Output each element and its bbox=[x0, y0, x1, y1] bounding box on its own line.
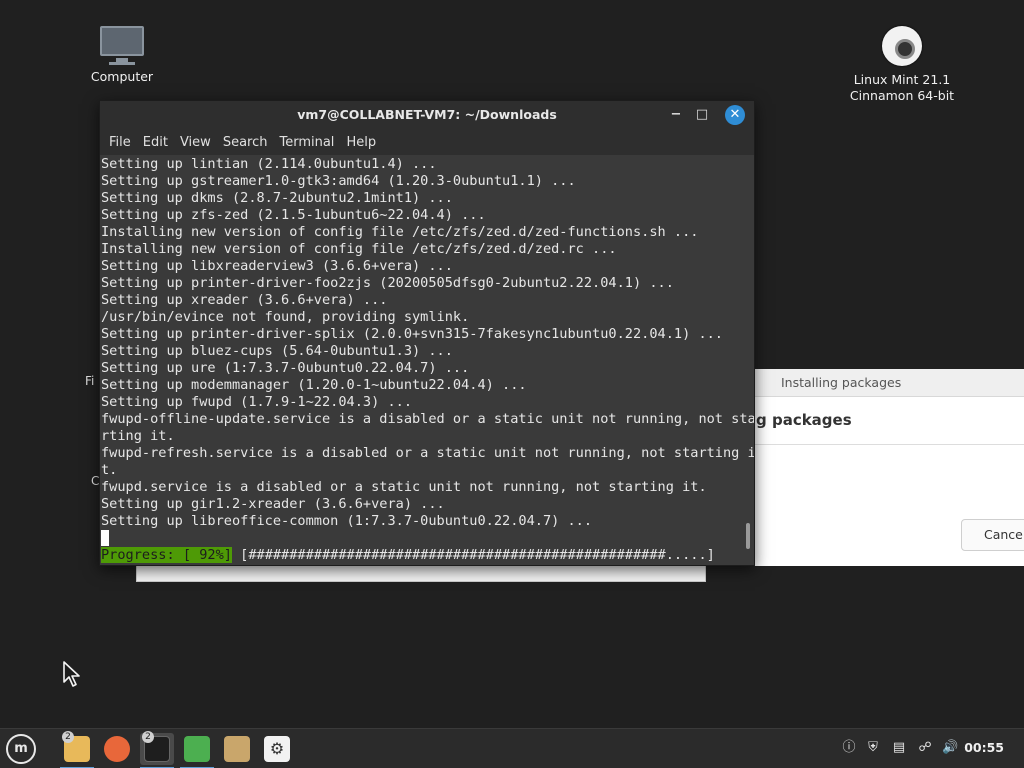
window-title: vm7@COLLABNET-VM7: ~/Downloads bbox=[297, 107, 557, 122]
divider bbox=[752, 444, 1024, 445]
dialog-heading: g packages bbox=[756, 411, 852, 429]
update-manager-icon[interactable]: ⓘ bbox=[841, 740, 857, 756]
mint-menu-button[interactable]: m bbox=[6, 734, 36, 764]
maximize-icon[interactable]: □ bbox=[692, 105, 712, 125]
terminal-line: Setting up libxreaderview3 (3.6.6+vera) … bbox=[101, 258, 453, 274]
volume-icon[interactable]: 🔊 bbox=[942, 740, 958, 756]
menu-help[interactable]: Help bbox=[340, 135, 382, 150]
taskbar-shield-button[interactable] bbox=[180, 733, 214, 768]
progress-bar: [#######################################… bbox=[231, 547, 715, 563]
taskbar-files-button[interactable]: 2 bbox=[60, 731, 94, 768]
terminal-output[interactable]: Setting up lintian (2.114.0ubuntu1.4) ..… bbox=[100, 155, 754, 565]
window-count-badge: 2 bbox=[62, 731, 74, 743]
menu-search[interactable]: Search bbox=[217, 135, 274, 150]
terminal-line: Installing new version of config file /e… bbox=[101, 224, 699, 240]
terminal-line: fwupd.service is a disabled or a static … bbox=[101, 479, 707, 495]
mouse-pointer-icon bbox=[63, 661, 80, 687]
titlebar[interactable]: vm7@COLLABNET-VM7: ~/Downloads − □ ✕ bbox=[100, 101, 754, 129]
terminal-line: Setting up modemmanager (1.20.0-1~ubuntu… bbox=[101, 377, 527, 393]
folder-icon bbox=[224, 736, 250, 762]
terminal-window[interactable]: vm7@COLLABNET-VM7: ~/Downloads − □ ✕ Fil… bbox=[99, 100, 755, 566]
scrollbar[interactable] bbox=[746, 523, 750, 549]
window-count-badge: 2 bbox=[142, 731, 154, 743]
terminal-line: /usr/bin/evince not found, providing sym… bbox=[101, 309, 470, 325]
taskbar-terminal-button[interactable]: 2 bbox=[140, 731, 174, 768]
terminal-line: Setting up zfs-zed (2.1.5-1ubuntu6~22.04… bbox=[101, 207, 486, 223]
computer-icon bbox=[100, 26, 144, 64]
menubar: File Edit View Search Terminal Help bbox=[100, 129, 754, 155]
progress-label: Progress: [ 92%] bbox=[101, 547, 232, 563]
menu-edit[interactable]: Edit bbox=[137, 135, 174, 150]
menu-file[interactable]: File bbox=[103, 135, 137, 150]
gear-icon: ⚙ bbox=[264, 736, 290, 762]
shield-tray-icon[interactable]: ⛨ bbox=[865, 740, 881, 756]
shield-icon bbox=[184, 736, 210, 762]
menu-view[interactable]: View bbox=[174, 135, 217, 150]
firefox-icon bbox=[104, 736, 130, 762]
taskbar-folder-button[interactable] bbox=[220, 733, 254, 765]
terminal-line: Setting up libreoffice-common (1:7.3.7-0… bbox=[101, 513, 593, 529]
terminal-line: Setting up dkms (2.8.7-2ubuntu2.1mint1) … bbox=[101, 190, 453, 206]
taskbar-settings-button[interactable]: ⚙ bbox=[260, 733, 294, 765]
taskbar: m 2 2 ⚙ ⓘ ⛨ ▤ ☍ 🔊 00:55 bbox=[0, 728, 1024, 768]
desktop-icon-label-line1: Linux Mint 21.1 bbox=[853, 72, 951, 87]
desktop-icon-label: Computer bbox=[90, 69, 154, 84]
notes-icon[interactable]: ▤ bbox=[891, 740, 907, 756]
terminal-line: Installing new version of config file /e… bbox=[101, 241, 617, 257]
close-icon[interactable]: ✕ bbox=[725, 105, 745, 125]
terminal-line: Setting up ure (1:7.3.7-0ubuntu0.22.04.7… bbox=[101, 360, 470, 376]
terminal-line: t. bbox=[101, 462, 118, 478]
terminal-line: Setting up lintian (2.114.0ubuntu1.4) ..… bbox=[101, 156, 437, 172]
terminal-line: Setting up gstreamer1.0-gtk3:amd64 (1.20… bbox=[101, 173, 576, 189]
text-cursor bbox=[101, 530, 109, 546]
taskbar-firefox-button[interactable] bbox=[100, 733, 134, 765]
disc-icon bbox=[882, 26, 922, 66]
terminal-line: Setting up printer-driver-foo2zjs (20200… bbox=[101, 275, 674, 291]
terminal-line: Setting up bluez-cups (5.64-0ubuntu1.3) … bbox=[101, 343, 453, 359]
menu-terminal[interactable]: Terminal bbox=[273, 135, 340, 150]
desktop-partial-label: Fi bbox=[85, 374, 95, 388]
terminal-cursor-line bbox=[101, 530, 754, 547]
clock[interactable]: 00:55 bbox=[964, 740, 1004, 755]
network-icon[interactable]: ☍ bbox=[917, 740, 933, 756]
dialog-title: Installing packages bbox=[752, 369, 1024, 397]
terminal-line: Setting up fwupd (1.7.9-1~22.04.3) ... bbox=[101, 394, 412, 410]
minimize-icon[interactable]: − bbox=[666, 105, 686, 125]
progress-line: Progress: [ 92%] [######################… bbox=[101, 547, 754, 564]
terminal-line: rting it. bbox=[101, 428, 175, 444]
desktop-icon-computer[interactable]: Computer bbox=[82, 26, 162, 84]
terminal-line: Setting up printer-driver-splix (2.0.0+s… bbox=[101, 326, 723, 342]
terminal-line: fwupd-offline-update.service is a disabl… bbox=[101, 411, 754, 427]
desktop-icon-label-line2: Cinnamon 64-bit bbox=[849, 88, 955, 103]
terminal-line: Setting up xreader (3.6.6+vera) ... bbox=[101, 292, 388, 308]
terminal-line: fwupd-refresh.service is a disabled or a… bbox=[101, 445, 754, 461]
desktop-icon-install-disc[interactable]: Linux Mint 21.1 Cinnamon 64-bit bbox=[842, 26, 962, 104]
cancel-button[interactable]: Cancel bbox=[961, 519, 1024, 551]
terminal-line: Setting up gir1.2-xreader (3.6.6+vera) .… bbox=[101, 496, 445, 512]
installing-packages-dialog: Installing packages g packages Cancel bbox=[752, 369, 1024, 566]
